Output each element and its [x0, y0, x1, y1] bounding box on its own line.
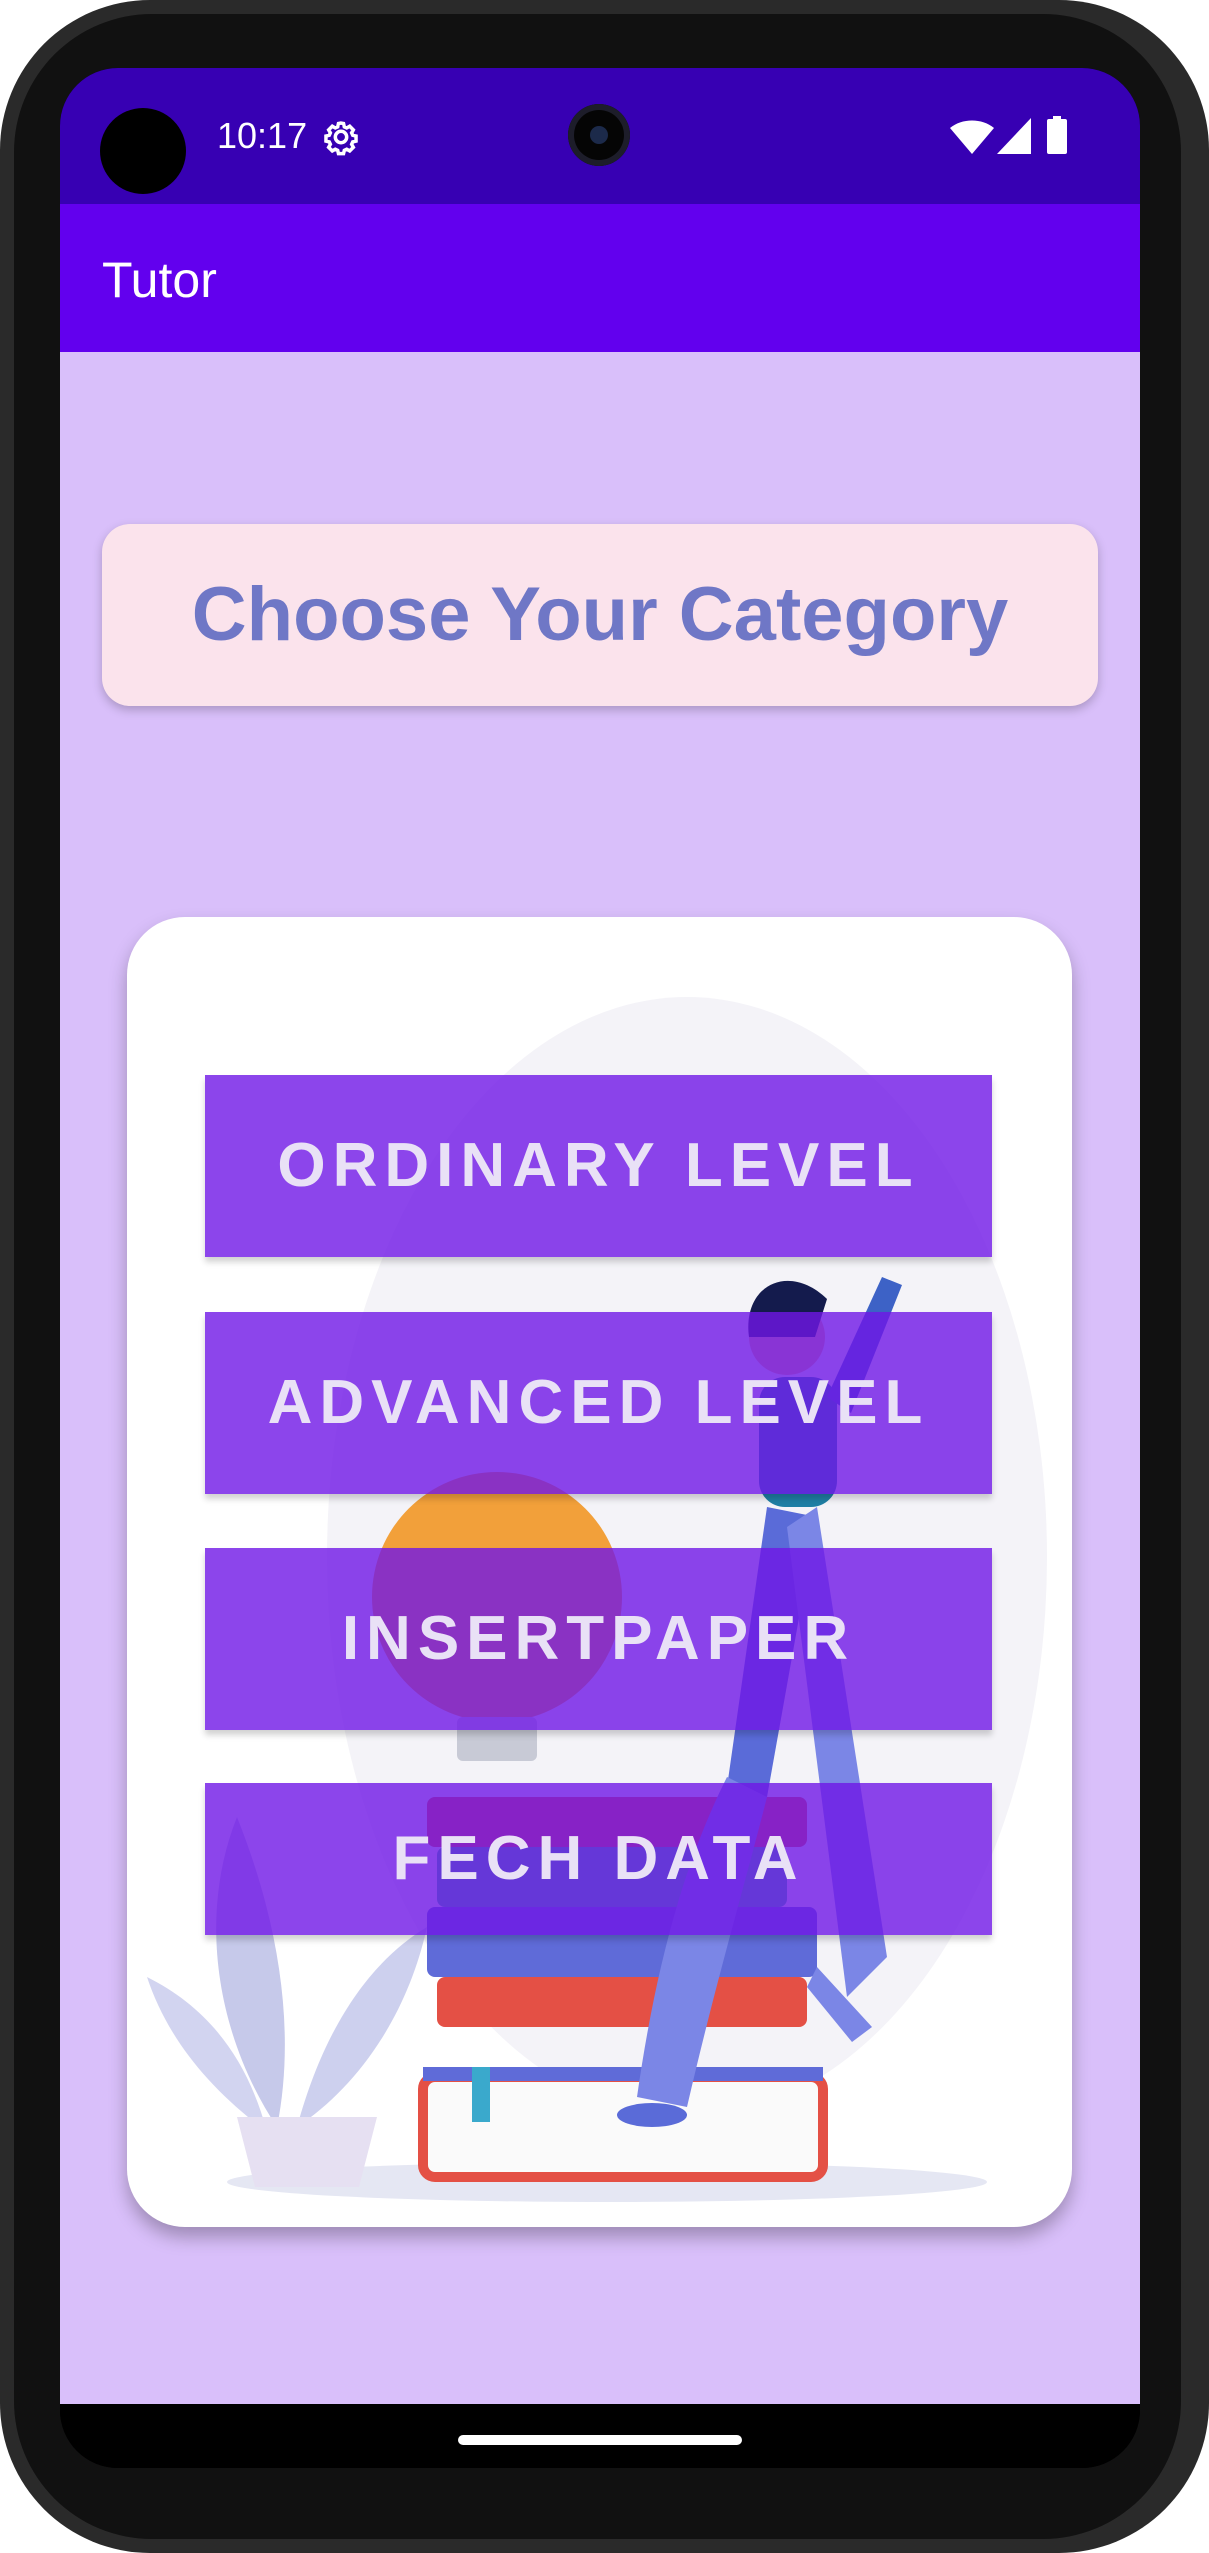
category-heading: Choose Your Category: [191, 572, 1009, 657]
category-heading-card: Choose Your Category: [102, 524, 1098, 706]
app-title: Tutor: [102, 252, 217, 308]
front-sensor: [100, 108, 186, 194]
volume-button: [1200, 640, 1209, 790]
status-bar: 10:17: [60, 68, 1140, 204]
home-indicator[interactable]: [458, 2435, 742, 2445]
screen: 10:17 Tutor Choose Your Category ORDINAR…: [60, 68, 1140, 2468]
advanced-level-button[interactable]: ADVANCED LEVEL: [205, 1312, 992, 1494]
wifi-icon: [950, 120, 994, 154]
battery-icon: [1047, 116, 1067, 154]
app-bar: Tutor: [60, 204, 1140, 352]
phone-frame: 10:17 Tutor Choose Your Category ORDINAR…: [0, 0, 1209, 2553]
camera-icon: [568, 104, 630, 166]
category-menu-card: ORDINARY LEVEL ADVANCED LEVEL INSERTPAPE…: [127, 917, 1072, 2227]
main-content: Choose Your Category ORDINARY LEVEL ADVA…: [60, 352, 1140, 2404]
signal-icon: [997, 118, 1031, 154]
power-button: [1200, 935, 1209, 1255]
insert-paper-button[interactable]: INSERTPAPER: [205, 1548, 992, 1730]
gear-icon: [324, 121, 358, 156]
fetch-data-button[interactable]: FECH DATA: [205, 1783, 992, 1935]
ordinary-level-button[interactable]: ORDINARY LEVEL: [205, 1075, 992, 1257]
status-time: 10:17: [217, 115, 308, 156]
